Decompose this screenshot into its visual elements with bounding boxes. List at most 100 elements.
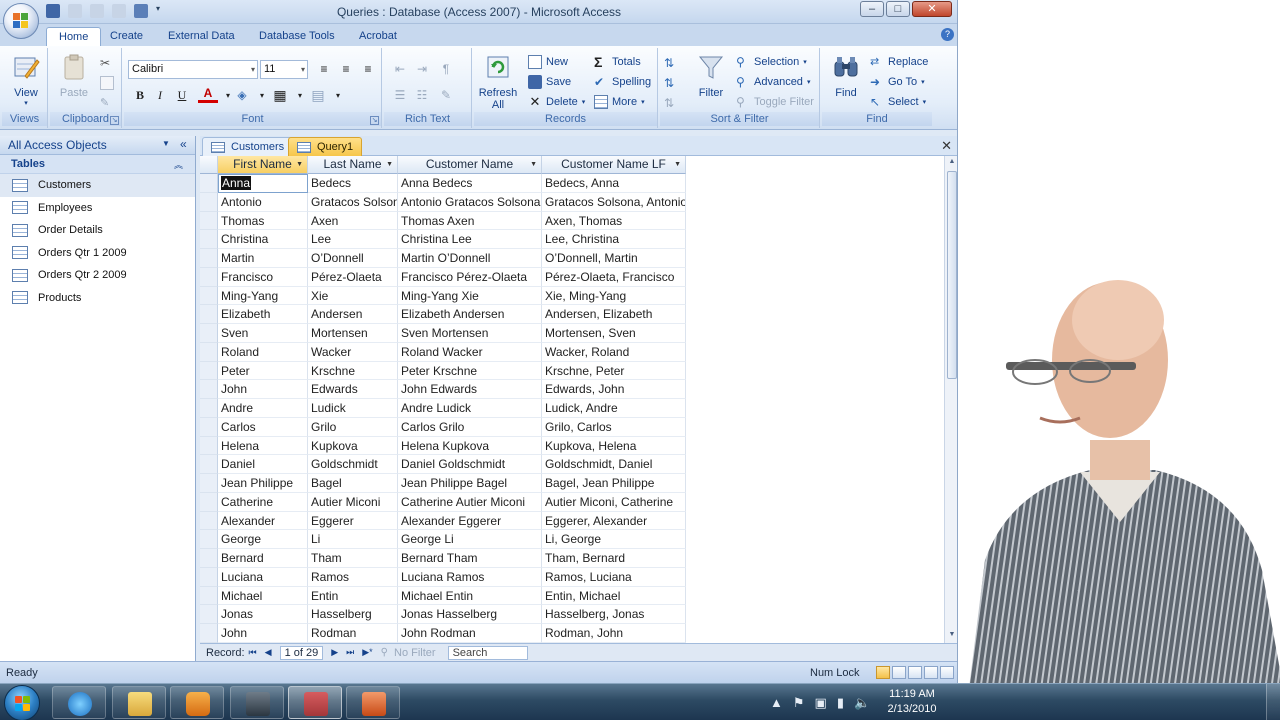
table-cell[interactable]: Axen, Thomas — [542, 211, 686, 231]
start-button[interactable] — [4, 685, 40, 720]
doc-tab-customers[interactable]: Customers — [202, 137, 294, 156]
table-cell[interactable]: Bernard — [218, 549, 308, 568]
table-cell[interactable]: Roland — [218, 342, 308, 362]
align-left-icon[interactable]: ≡ — [314, 60, 334, 79]
table-cell[interactable]: Rodman — [308, 624, 398, 643]
table-cell[interactable]: Bedecs, Anna — [542, 174, 686, 193]
table-cell[interactable]: Edwards — [308, 380, 398, 399]
record-selector[interactable] — [200, 267, 218, 287]
gridlines-chevron-icon[interactable]: ▾ — [290, 86, 310, 105]
record-selector[interactable] — [200, 192, 218, 212]
record-search-input[interactable]: Search — [447, 645, 528, 660]
fill-color-chevron-icon[interactable]: ▾ — [252, 86, 272, 105]
column-header-last-name[interactable]: Last Name ▼ — [308, 156, 398, 174]
table-cell[interactable]: Anna — [218, 174, 308, 193]
table-cell[interactable]: Jonas — [218, 605, 308, 624]
table-cell[interactable]: Francisco — [218, 267, 308, 287]
align-center-icon[interactable]: ≡ — [336, 60, 356, 79]
totals-button[interactable]: Σ Totals — [594, 53, 641, 71]
taskbar-internet-explorer[interactable] — [52, 686, 106, 719]
table-cell[interactable]: Gratacos Solsona — [308, 192, 398, 212]
table-cell[interactable]: Luciana — [218, 567, 308, 587]
column-dropdown-icon[interactable]: ▼ — [530, 156, 537, 173]
nav-item-employees[interactable]: Employees — [0, 197, 195, 220]
taskbar-recorder[interactable] — [230, 686, 284, 719]
increase-indent-icon[interactable]: ⇥ — [412, 60, 432, 79]
table-cell[interactable]: Elizabeth Andersen — [398, 305, 542, 324]
previous-record-icon[interactable]: ◀ — [265, 647, 272, 658]
tab-home[interactable]: Home — [46, 27, 102, 47]
table-cell[interactable]: Ming-Yang Xie — [398, 286, 542, 306]
tab-database-tools[interactable]: Database Tools — [247, 27, 347, 46]
table-cell[interactable]: Edwards, John — [542, 380, 686, 399]
format-painter-button[interactable]: ✎ — [100, 94, 114, 112]
filter-status[interactable]: No Filter — [394, 647, 436, 659]
nav-group-chevron-up-icon[interactable]: ︽ — [174, 158, 183, 171]
table-cell[interactable]: Li, George — [542, 530, 686, 549]
table-cell[interactable]: Eggerer, Alexander — [542, 511, 686, 531]
table-cell[interactable]: Goldschmidt, Daniel — [542, 455, 686, 474]
taskbar-media-player[interactable] — [170, 686, 224, 719]
advanced-button[interactable]: ⚲ Advanced ▾ — [736, 73, 810, 91]
alternate-fill-icon[interactable]: ▤ — [308, 86, 328, 105]
table-cell[interactable]: Axen — [308, 211, 398, 231]
table-cell[interactable]: Mortensen, Sven — [542, 324, 686, 343]
highlight-icon[interactable]: ✎ — [436, 86, 456, 105]
table-cell[interactable]: Jean Philippe — [218, 474, 308, 493]
pivot-table-view-icon[interactable] — [892, 666, 906, 679]
table-cell[interactable]: John Edwards — [398, 380, 542, 399]
tab-external-data[interactable]: External Data — [156, 27, 247, 46]
gridlines-icon[interactable]: ▦ — [270, 86, 290, 105]
table-cell[interactable]: Lee — [308, 230, 398, 249]
taskbar-powerpoint[interactable] — [346, 686, 400, 719]
goto-button[interactable]: ➜ Go To ▾ — [870, 73, 925, 91]
action-center-flag-icon[interactable]: ⚑ — [793, 695, 805, 711]
alternate-fill-chevron-icon[interactable]: ▾ — [328, 86, 348, 105]
table-cell[interactable]: Andre — [218, 399, 308, 418]
refresh-all-button[interactable]: Refresh All — [478, 52, 518, 111]
nav-header[interactable]: All Access Objects ▼ « — [0, 136, 195, 155]
save-record-button[interactable]: Save — [528, 73, 571, 91]
record-selector[interactable] — [200, 586, 218, 606]
table-cell[interactable]: Antonio Gratacos Solsona — [398, 192, 542, 212]
record-selector[interactable] — [200, 305, 218, 324]
column-dropdown-icon[interactable]: ▼ — [296, 156, 303, 173]
column-header-customer-name-lf[interactable]: Customer Name LF ▼ — [542, 156, 686, 174]
office-button[interactable] — [3, 3, 39, 39]
table-cell[interactable]: Carlos Grilo — [398, 417, 542, 437]
table-cell[interactable]: Ludick — [308, 399, 398, 418]
record-position[interactable]: 1 of 29 — [279, 645, 324, 660]
column-dropdown-icon[interactable]: ▼ — [674, 156, 681, 173]
table-cell[interactable]: Autier Miconi — [308, 492, 398, 512]
table-cell[interactable]: Tham, Bernard — [542, 549, 686, 568]
table-cell[interactable]: Alexander Eggerer — [398, 511, 542, 531]
next-record-icon[interactable]: ▶ — [331, 647, 338, 658]
table-cell[interactable]: Daniel — [218, 455, 308, 474]
taskbar-access[interactable] — [288, 686, 342, 719]
datasheet-view-icon[interactable] — [876, 666, 890, 679]
table-cell[interactable]: Goldschmidt — [308, 455, 398, 474]
clear-sort-button[interactable]: ⇅ — [664, 94, 678, 112]
record-selector[interactable] — [200, 230, 218, 249]
more-button[interactable]: More ▾ — [594, 93, 645, 111]
table-cell[interactable]: Bedecs — [308, 174, 398, 193]
table-cell[interactable]: Michael — [218, 586, 308, 606]
record-selector[interactable] — [200, 436, 218, 456]
table-cell[interactable]: Thomas Axen — [398, 211, 542, 231]
bold-button[interactable]: B — [130, 86, 150, 105]
clipboard-launcher-icon[interactable]: ↘ — [110, 116, 119, 125]
record-selector[interactable] — [200, 380, 218, 399]
table-cell[interactable]: Xie — [308, 286, 398, 306]
table-cell[interactable]: John — [218, 624, 308, 643]
table-cell[interactable]: Ramos, Luciana — [542, 567, 686, 587]
table-cell[interactable]: Sven Mortensen — [398, 324, 542, 343]
table-cell[interactable]: Li — [308, 530, 398, 549]
table-cell[interactable]: George Li — [398, 530, 542, 549]
nav-group-tables[interactable]: Tables ︽ — [0, 155, 195, 174]
table-cell[interactable]: Kupkova — [308, 436, 398, 456]
numbering-icon[interactable]: ☷ — [412, 86, 432, 105]
table-cell[interactable]: Eggerer — [308, 511, 398, 531]
font-launcher-icon[interactable]: ↘ — [370, 116, 379, 125]
table-cell[interactable]: O’Donnell — [308, 249, 398, 268]
new-blank-record-icon[interactable]: ▶* — [362, 647, 372, 658]
